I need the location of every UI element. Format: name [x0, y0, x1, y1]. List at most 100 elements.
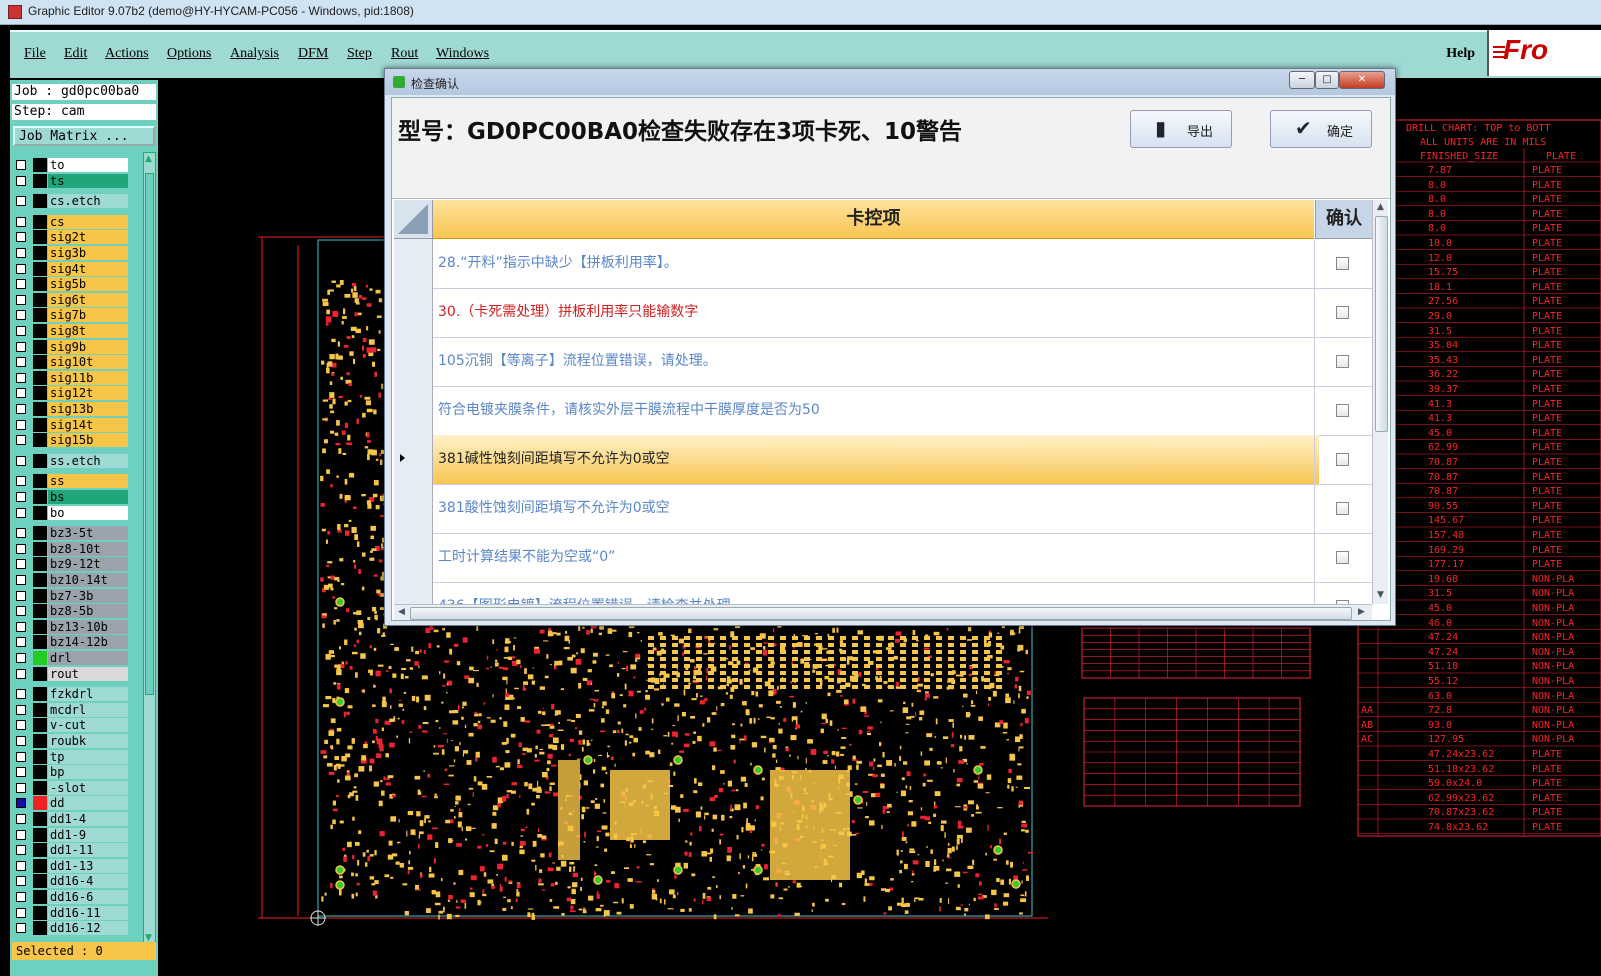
layer-checkbox[interactable]: [16, 326, 26, 336]
scroll-thumb[interactable]: [145, 173, 154, 695]
layer-checkbox[interactable]: [16, 232, 26, 243]
layer-color-swatch[interactable]: [33, 173, 47, 188]
check-item-row[interactable]: 105沉铜【等离子】流程位置错误，请处理。: [394, 337, 1372, 387]
layer-row[interactable]: -slot: [12, 780, 136, 795]
check-item-row[interactable]: 符合电镀夹膜条件，请核实外层干膜流程中干膜厚度是否为50: [394, 386, 1372, 436]
layer-row[interactable]: sig5b: [12, 277, 136, 292]
layer-row[interactable]: bz9-12t: [12, 557, 136, 572]
layer-checkbox[interactable]: [16, 907, 26, 918]
layer-row[interactable]: v-cut: [12, 718, 136, 733]
layer-name[interactable]: bz14-12b: [48, 635, 128, 650]
layer-color-swatch[interactable]: [33, 246, 47, 260]
layer-row[interactable]: dd1-9: [12, 827, 136, 842]
layer-checkbox[interactable]: [16, 829, 26, 840]
layer-name[interactable]: roubk: [48, 734, 128, 748]
scroll-left-icon[interactable]: ◀: [398, 607, 405, 617]
confirm-checkbox[interactable]: [1336, 306, 1349, 319]
layer-name[interactable]: dd16-4: [48, 874, 128, 889]
scroll-down-icon[interactable]: ▼: [1377, 590, 1384, 600]
layer-row[interactable]: to: [12, 158, 136, 172]
layer-row[interactable]: bz3-5t: [12, 526, 136, 541]
layer-checkbox[interactable]: [16, 310, 26, 321]
layer-color-swatch[interactable]: [33, 158, 47, 172]
layer-row[interactable]: cs: [12, 214, 136, 229]
layer-checkbox[interactable]: [16, 507, 26, 518]
layer-name[interactable]: v-cut: [48, 718, 128, 733]
layer-name[interactable]: sig15b: [48, 433, 128, 448]
layer-row[interactable]: dd16-6: [12, 890, 136, 904]
layer-name[interactable]: bo: [48, 505, 128, 520]
layer-row[interactable]: bs: [12, 490, 136, 504]
row-header[interactable]: [394, 533, 433, 582]
layer-checkbox[interactable]: [16, 419, 26, 430]
layer-name[interactable]: cs.etch: [48, 194, 128, 209]
layer-row[interactable]: bz8-5b: [12, 604, 136, 619]
layer-row[interactable]: sig9b: [12, 339, 136, 354]
job-matrix-button[interactable]: Job Matrix ...: [13, 126, 155, 146]
confirm-checkbox[interactable]: [1336, 355, 1349, 368]
layer-row[interactable]: sig10t: [12, 355, 136, 370]
layer-name[interactable]: dd16-12: [48, 921, 128, 936]
row-header[interactable]: [394, 239, 433, 288]
layer-color-swatch[interactable]: [33, 573, 47, 587]
layer-name[interactable]: sig3b: [48, 246, 128, 260]
layer-row[interactable]: dd16-12: [12, 921, 136, 936]
layer-row[interactable]: mcdrl: [12, 702, 136, 717]
confirm-checkbox[interactable]: [1336, 453, 1349, 466]
layer-checkbox[interactable]: [16, 575, 26, 585]
layer-color-swatch[interactable]: [33, 324, 47, 338]
layer-checkbox[interactable]: [16, 543, 26, 554]
layer-color-swatch[interactable]: [33, 827, 47, 842]
horizontal-scroll-thumb[interactable]: [410, 607, 1352, 620]
confirm-checkbox[interactable]: [1336, 257, 1349, 270]
layer-name[interactable]: drl: [48, 651, 128, 665]
confirm-button[interactable]: ✔ 确定: [1270, 110, 1372, 148]
export-button[interactable]: ▮ 导出: [1130, 110, 1232, 148]
layer-checkbox[interactable]: [16, 196, 26, 207]
layer-checkbox[interactable]: [16, 689, 26, 700]
column-header-confirm[interactable]: 确认: [1315, 200, 1372, 239]
layer-row[interactable]: sig8t: [12, 324, 136, 338]
layer-checkbox[interactable]: [16, 892, 26, 902]
layer-checkbox[interactable]: [16, 372, 26, 383]
layer-color-swatch[interactable]: [33, 812, 47, 826]
layer-name[interactable]: -slot: [48, 780, 128, 795]
layer-row[interactable]: sig7b: [12, 308, 136, 323]
layer-row[interactable]: cs.etch: [12, 194, 136, 209]
layer-name[interactable]: sig4t: [48, 261, 128, 276]
row-header[interactable]: [394, 435, 433, 484]
layer-name[interactable]: dd16-6: [48, 890, 128, 904]
scroll-up-icon[interactable]: ▲: [145, 155, 154, 164]
layer-name[interactable]: bz13-10b: [48, 619, 128, 634]
layer-row[interactable]: sig3b: [12, 246, 136, 260]
menu-dfm[interactable]: DFM: [298, 46, 328, 62]
layer-checkbox[interactable]: [16, 160, 26, 170]
layer-color-swatch[interactable]: [33, 796, 47, 811]
menu-file[interactable]: File: [24, 46, 46, 62]
layer-checkbox[interactable]: [16, 606, 26, 617]
layer-checkbox[interactable]: [16, 263, 26, 274]
confirm-checkbox[interactable]: [1336, 551, 1349, 564]
layer-row[interactable]: drl: [12, 651, 136, 665]
layer-name[interactable]: sig13b: [48, 402, 128, 416]
layer-color-swatch[interactable]: [33, 765, 47, 780]
layer-name[interactable]: bz9-12t: [48, 557, 128, 572]
column-header-check-item[interactable]: 卡控项: [433, 200, 1314, 239]
layer-color-swatch[interactable]: [33, 355, 47, 370]
layer-checkbox[interactable]: [16, 637, 26, 648]
layer-name[interactable]: sig14t: [48, 417, 128, 432]
close-icon[interactable]: ✕: [1339, 71, 1385, 89]
layer-color-swatch[interactable]: [33, 453, 47, 468]
layer-name[interactable]: dd1-9: [48, 827, 128, 842]
check-item-row[interactable]: 30.（卡死需处理）拼板利用率只能输数字: [394, 288, 1372, 338]
layer-row[interactable]: dd16-4: [12, 874, 136, 889]
layer-row[interactable]: bz7-3b: [12, 588, 136, 603]
layer-color-swatch[interactable]: [33, 687, 47, 702]
layer-checkbox[interactable]: [16, 476, 26, 487]
layer-name[interactable]: ts: [48, 173, 128, 188]
vertical-scroll-thumb[interactable]: [1375, 216, 1388, 432]
layer-row[interactable]: sig11b: [12, 370, 136, 385]
layer-row[interactable]: bz13-10b: [12, 619, 136, 634]
layer-color-swatch[interactable]: [33, 230, 47, 245]
menu-analysis[interactable]: Analysis: [230, 46, 279, 62]
